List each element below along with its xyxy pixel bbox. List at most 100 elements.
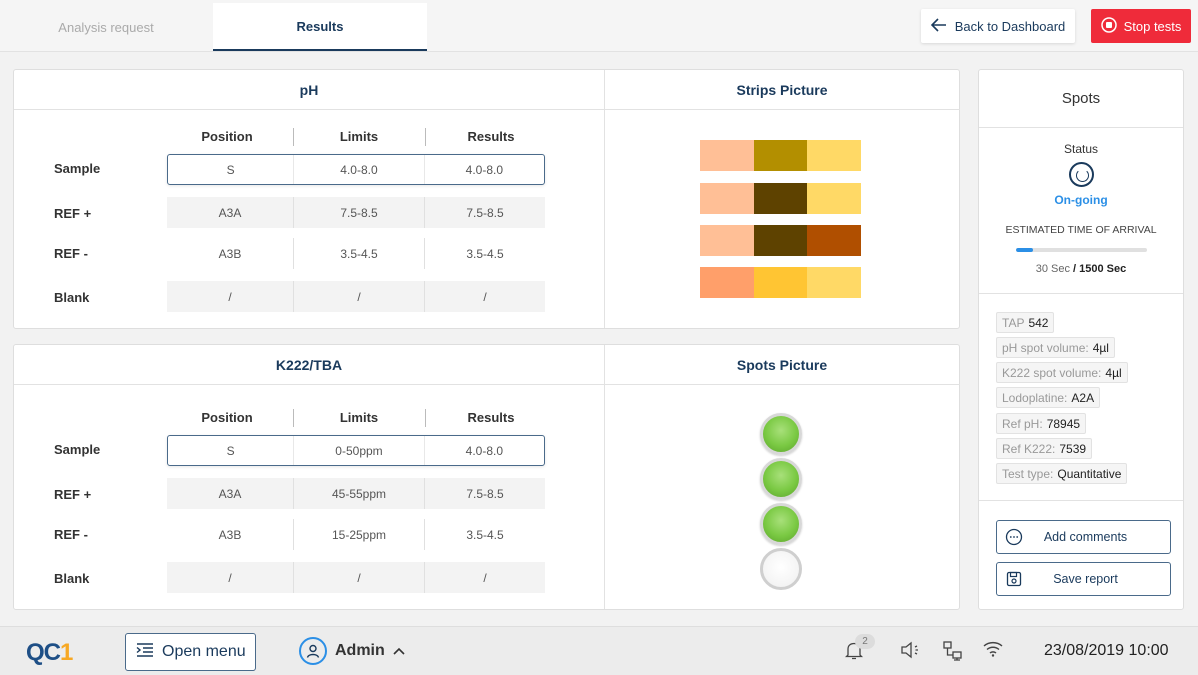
eta-progress-fill bbox=[1016, 248, 1034, 252]
row-label-ref-minus: REF - bbox=[54, 246, 88, 261]
stop-icon bbox=[1100, 16, 1117, 36]
k222-panel: K222/TBA Spots Picture Position Limits R… bbox=[13, 344, 960, 610]
info-label: Ref K222: bbox=[1002, 441, 1056, 456]
save-report-button[interactable]: Save report bbox=[996, 562, 1171, 596]
strip-segment bbox=[700, 183, 754, 214]
spots-title: Spots bbox=[979, 70, 1183, 128]
divider bbox=[979, 293, 1183, 294]
time-total: 1500 Sec bbox=[1079, 263, 1127, 275]
time-separator: / bbox=[1069, 263, 1080, 275]
info-value: 542 bbox=[1028, 315, 1049, 330]
divider bbox=[979, 500, 1183, 501]
status-progress-icon bbox=[1069, 162, 1094, 187]
strip-segment bbox=[753, 225, 808, 256]
info-value: Quantitative bbox=[1057, 466, 1122, 481]
cell-limits: / bbox=[293, 281, 425, 312]
logo-one: 1 bbox=[60, 639, 73, 666]
row-label-ref-plus: REF + bbox=[54, 206, 92, 221]
save-report-label: Save report bbox=[1053, 572, 1118, 586]
cell-results: 7.5-8.5 bbox=[466, 205, 504, 220]
info-chip-ph-volume: pH spot volume: 4µl bbox=[996, 337, 1115, 358]
eta-label: ESTIMATED TIME OF ARRIVAL bbox=[1005, 224, 1157, 236]
info-label: Lodoplatine: bbox=[1002, 390, 1068, 405]
user-name: Admin bbox=[335, 642, 385, 659]
open-menu-label: Open menu bbox=[162, 643, 246, 660]
info-value: 78945 bbox=[1046, 416, 1081, 431]
info-chip-ref-k222: Ref K222: 7539 bbox=[996, 438, 1093, 459]
cell-results: 7.5-8.5 bbox=[466, 486, 504, 501]
info-chip-lodoplatine: Lodoplatine: A2A bbox=[996, 387, 1101, 408]
status-label: Status bbox=[1063, 142, 1099, 156]
row-label-ref-plus: REF + bbox=[54, 487, 92, 502]
user-menu[interactable]: Admin bbox=[299, 637, 405, 665]
info-label: Test type: bbox=[1002, 466, 1054, 481]
table-row[interactable]: / / / bbox=[167, 281, 545, 312]
open-menu-button[interactable]: Open menu bbox=[125, 633, 256, 671]
strip-segment bbox=[807, 267, 862, 298]
info-label: Ref pH: bbox=[1002, 416, 1043, 431]
strip bbox=[700, 183, 862, 214]
chevron-up-icon bbox=[393, 642, 405, 660]
strip-segment bbox=[753, 267, 808, 298]
status-value: On-going bbox=[1054, 193, 1108, 207]
add-comments-button[interactable]: Add comments bbox=[996, 520, 1171, 554]
stop-tests-button[interactable]: Stop tests bbox=[1091, 9, 1191, 43]
strip-segment bbox=[753, 183, 808, 214]
strip bbox=[700, 140, 862, 171]
tab-analysis-request[interactable]: Analysis request bbox=[0, 3, 212, 51]
column-separator bbox=[425, 128, 426, 146]
spots-panel: Spots Status On-going ESTIMATED TIME OF … bbox=[978, 69, 1184, 610]
info-chip-ref-ph: Ref pH: 78945 bbox=[996, 413, 1087, 434]
table-row[interactable]: A3A 7.5-8.5 7.5-8.5 bbox=[167, 197, 545, 228]
strip-segment bbox=[753, 140, 808, 171]
table-row[interactable]: / / / bbox=[167, 562, 545, 593]
table-row[interactable]: S 0-50ppm 4.0-8.0 bbox=[167, 435, 545, 466]
back-to-dashboard-button[interactable]: Back to Dashboard bbox=[921, 9, 1075, 43]
spot bbox=[760, 503, 802, 545]
strips-picture-title: Strips Picture bbox=[604, 70, 960, 110]
column-header-limits: Limits bbox=[339, 129, 379, 144]
eta-time: 30 Sec / 1500 Sec bbox=[979, 263, 1183, 275]
cell-limits: 3.5-4.5 bbox=[293, 238, 425, 269]
logo-text: QC bbox=[26, 639, 61, 666]
spot bbox=[760, 413, 802, 455]
spot bbox=[760, 548, 802, 590]
ph-panel: pH Strips Picture Position Limits Result… bbox=[13, 69, 960, 329]
cell-results: 4.0-8.0 bbox=[465, 162, 503, 177]
notification-badge: 2 bbox=[855, 634, 875, 649]
wifi-icon[interactable] bbox=[983, 641, 1003, 662]
strip-segment bbox=[807, 183, 862, 214]
bottom-bar: QC1 Open menu Admin 2 23/08/2019 10:00 bbox=[0, 626, 1198, 675]
column-header-results: Results bbox=[467, 129, 515, 144]
strips-picture bbox=[604, 110, 960, 328]
info-chip-tap: TAP 542 bbox=[996, 312, 1055, 333]
cell-limits: 15-25ppm bbox=[293, 519, 425, 550]
table-row[interactable]: S 4.0-8.0 4.0-8.0 bbox=[167, 154, 545, 185]
cell-results: 3.5-4.5 bbox=[466, 246, 504, 261]
cell-limits: / bbox=[293, 562, 425, 593]
spots-picture bbox=[604, 385, 960, 609]
table-row[interactable]: A3A 45-55ppm 7.5-8.5 bbox=[167, 478, 545, 509]
volume-icon[interactable] bbox=[900, 641, 922, 664]
network-icon[interactable] bbox=[943, 641, 963, 666]
row-label-sample: Sample bbox=[54, 161, 101, 176]
stop-tests-label: Stop tests bbox=[1123, 18, 1182, 34]
arrow-left-icon bbox=[930, 17, 947, 35]
cell-position: A3B bbox=[218, 246, 242, 261]
strip-segment bbox=[807, 225, 862, 256]
cell-position: A3B bbox=[218, 527, 242, 542]
strip bbox=[700, 267, 862, 298]
table-row[interactable]: A3B 3.5-4.5 3.5-4.5 bbox=[167, 238, 545, 269]
info-label: TAP bbox=[1002, 315, 1025, 330]
back-to-dashboard-label: Back to Dashboard bbox=[954, 18, 1066, 34]
table-row[interactable]: A3B 15-25ppm 3.5-4.5 bbox=[167, 519, 545, 550]
tab-results[interactable]: Results bbox=[213, 3, 427, 51]
spots-picture-title: Spots Picture bbox=[604, 345, 960, 385]
ph-panel-title: pH bbox=[14, 70, 604, 110]
row-label-sample: Sample bbox=[54, 442, 101, 457]
strip-segment bbox=[700, 267, 754, 298]
cell-limits: 4.0-8.0 bbox=[293, 155, 425, 184]
strip-segment bbox=[700, 140, 754, 171]
k222-panel-title: K222/TBA bbox=[14, 345, 604, 385]
column-header-position: Position bbox=[201, 129, 253, 144]
